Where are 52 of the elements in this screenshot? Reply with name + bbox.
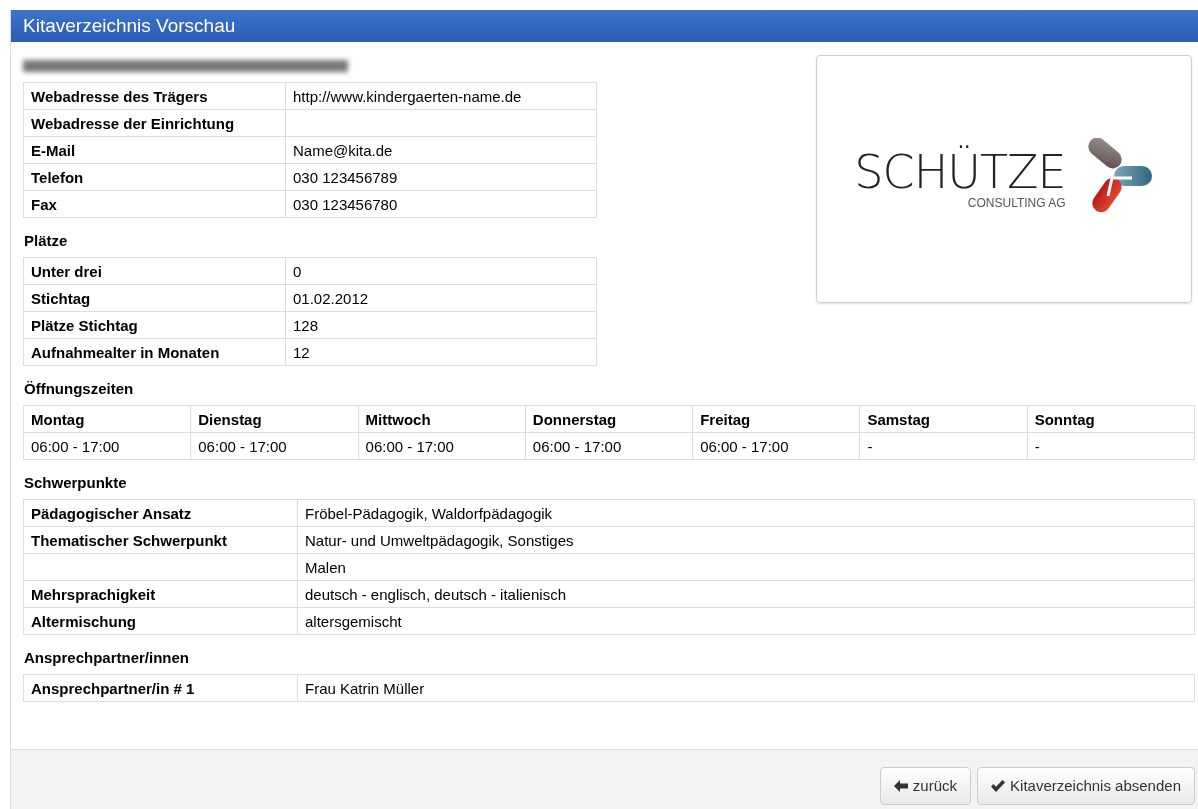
arrow-left-icon <box>893 779 908 792</box>
table-cell: - <box>859 432 1028 460</box>
table-cell: Unter drei <box>23 257 286 285</box>
table-cell: 06:00 - 17:00 <box>525 432 693 460</box>
table-cell: 06:00 - 17:00 <box>692 432 860 460</box>
table-cell: Fröbel-Pädagogik, Waldorfpädagogik <box>297 499 1195 527</box>
back-button[interactable]: zurück <box>879 766 972 805</box>
table-cell: Pädagogischer Ansatz <box>23 499 298 527</box>
table-cell: Natur- und Umweltpädagogik, Sonstiges <box>297 526 1195 554</box>
table-cell: Mehrsprachigkeit <box>23 580 298 608</box>
checkmark-icon <box>991 779 1006 792</box>
table-cell: Altermischung <box>23 607 298 635</box>
table-cell: altersgemischt <box>297 607 1195 635</box>
column-header: Donnerstag <box>525 405 693 433</box>
table-cell: 06:00 - 17:00 <box>358 432 526 460</box>
column-header: Montag <box>23 405 191 433</box>
table-cell: Aufnahmealter in Monaten <box>23 338 286 366</box>
section-heading: Öffnungszeiten <box>24 380 135 397</box>
logo-subtitle: CONSULTING AG <box>967 196 1066 210</box>
table-cell: 06:00 - 17:00 <box>23 432 191 460</box>
table-cell: Fax <box>23 190 286 218</box>
table-cell: - <box>1027 432 1195 460</box>
column-header: Freitag <box>692 405 860 433</box>
table-cell: 0 <box>285 257 597 285</box>
section-heading: Schwerpunkte <box>24 474 128 491</box>
table-cell: 12 <box>285 338 597 366</box>
table-cell: Webadresse des Trägers <box>23 82 286 110</box>
section-heading: Ansprechpartner/innen <box>24 649 191 666</box>
table-cell: Name@kita.de <box>285 136 597 164</box>
table-cell: Webadresse der Einrichtung <box>23 109 286 137</box>
column-header: Sonntag <box>1027 405 1195 433</box>
table-cell: Plätze Stichtag <box>23 311 286 339</box>
table-cell: E-Mail <box>23 136 286 164</box>
table-cell: 06:00 - 17:00 <box>190 432 359 460</box>
table-cell: Malen <box>297 553 1195 581</box>
table-cell: Frau Katrin Müller <box>297 674 1195 702</box>
section-heading: Plätze <box>24 232 69 249</box>
table-cell: 01.02.2012 <box>285 284 597 312</box>
table-cell: 030 123456780 <box>285 190 597 218</box>
window-title: Kitaverzeichnis Vorschau <box>11 10 1198 42</box>
table-cell: Thematischer Schwerpunkt <box>23 526 298 554</box>
table-cell: 030 123456789 <box>285 163 597 191</box>
table-cell: 128 <box>285 311 597 339</box>
table-cell: http://www.kindergaerten-name.de <box>285 82 597 110</box>
submit-button[interactable]: Kitaverzeichnis absenden <box>977 766 1195 805</box>
table-cell: Telefon <box>23 163 286 191</box>
column-header: Mittwoch <box>358 405 526 433</box>
table-cell: Stichtag <box>23 284 286 312</box>
table-cell: Ansprechpartner/in # 1 <box>23 674 298 702</box>
column-header: Dienstag <box>190 405 359 433</box>
table-cell: deutsch - englisch, deutsch - italienisch <box>297 580 1195 608</box>
column-header: Samstag <box>859 405 1028 433</box>
